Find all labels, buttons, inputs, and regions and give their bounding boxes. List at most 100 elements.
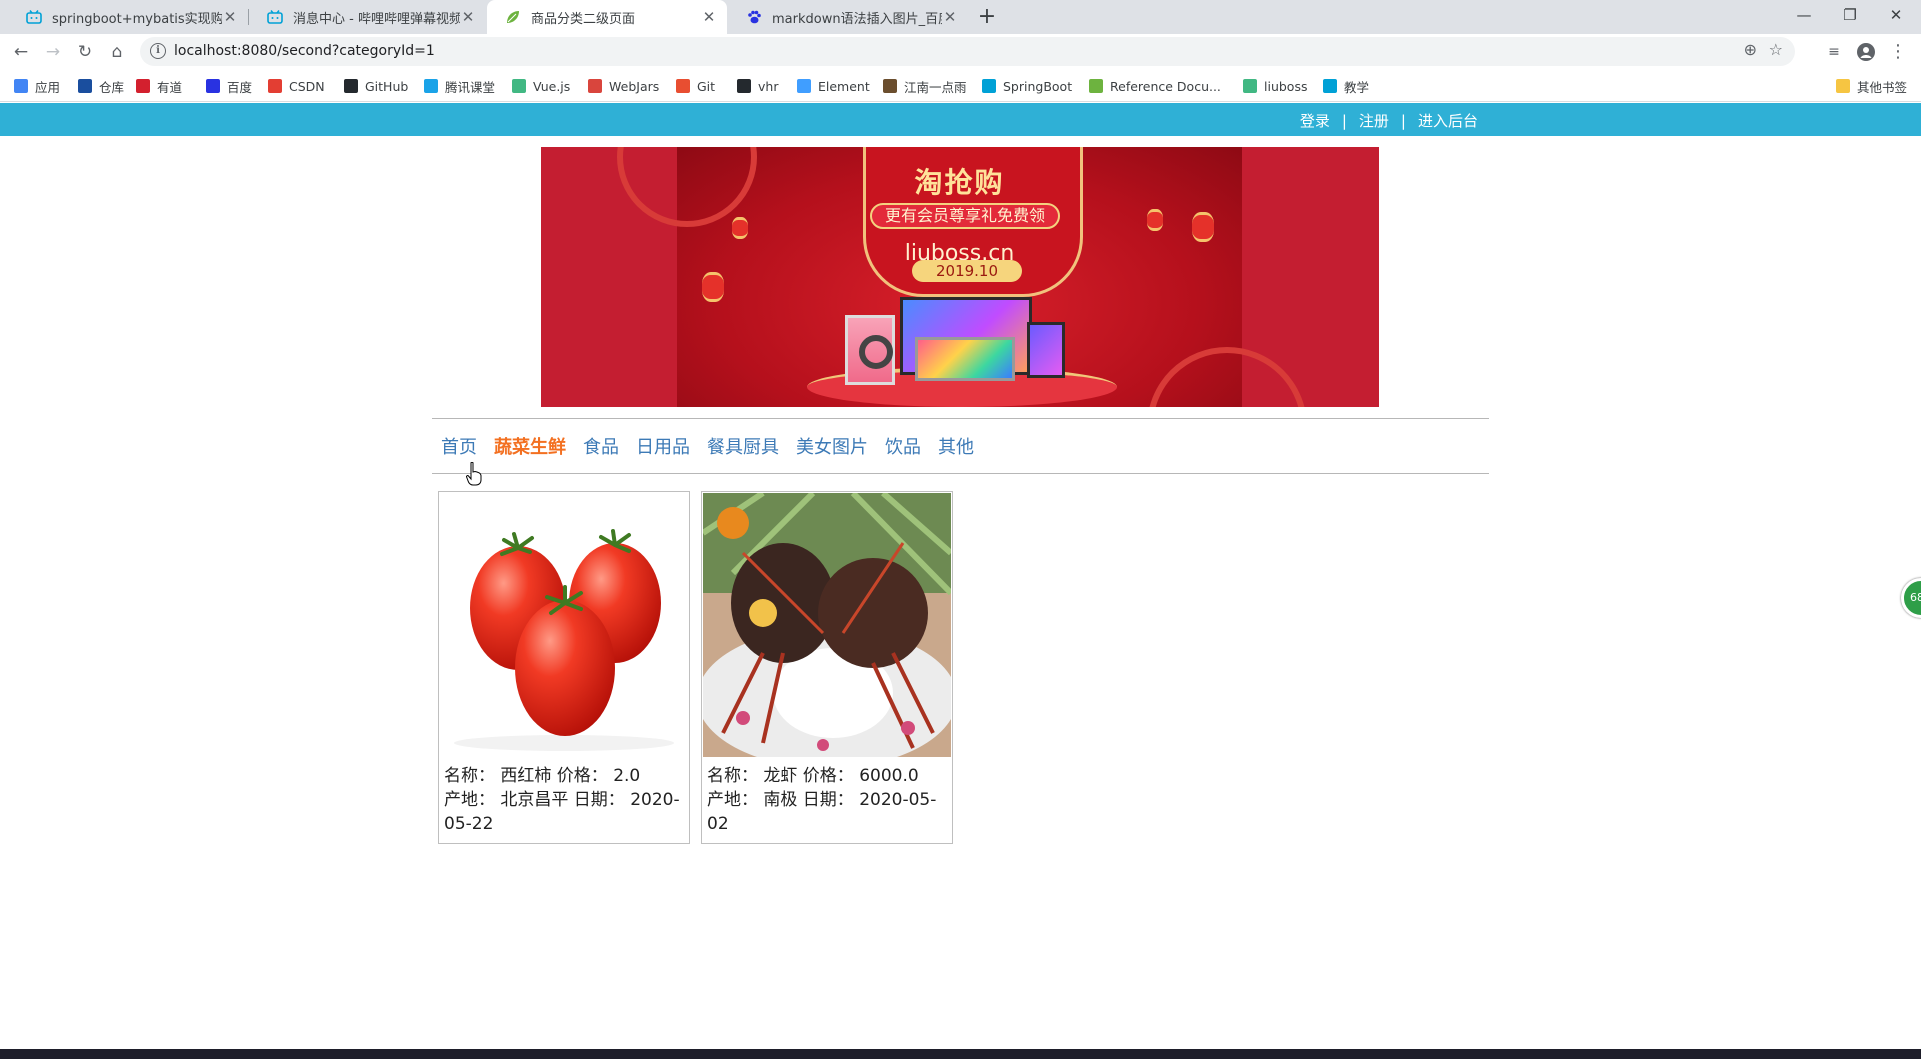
baidu-paw-icon: [206, 79, 220, 93]
bookmark-label: Reference Docu...: [1110, 78, 1221, 94]
git-icon: [676, 79, 690, 93]
bookmark-label: liuboss: [1264, 78, 1308, 94]
folder-icon: [1836, 79, 1850, 93]
bookmark-label: Element: [818, 78, 870, 94]
tab-strip: springboot+mybatis实现购物 ✕ 消息中心 - 哔哩哔哩弹幕视频…: [0, 0, 1921, 34]
tab-title: markdown语法插入图片_百度搜: [772, 11, 942, 27]
close-window-button[interactable]: ✕: [1873, 0, 1919, 30]
product-card[interactable]: 名称： 龙虾 价格： 6000.0 产地： 南极 日期： 2020-05-02: [701, 491, 953, 844]
minimize-button[interactable]: —: [1781, 0, 1827, 30]
hand-cursor-icon: [466, 462, 482, 486]
browser-tab[interactable]: 消息中心 - 哔哩哔哩弹幕视频网 ✕: [249, 0, 486, 34]
bookmark-label: Vue.js: [533, 78, 571, 94]
lobster-photo[interactable]: [703, 493, 951, 757]
nav-item[interactable]: 食品: [583, 433, 619, 459]
bookmark-[interactable]: 江南一点雨: [883, 76, 967, 96]
bookmark-springboot[interactable]: SpringBoot: [982, 76, 1072, 96]
close-icon[interactable]: ✕: [942, 8, 958, 26]
bookmark-star-icon[interactable]: ☆: [1769, 40, 1783, 59]
bookmark-[interactable]: 应用: [14, 76, 60, 96]
github-icon: [344, 79, 358, 93]
bookmark-element[interactable]: Element: [797, 76, 870, 96]
bookmark-webjars[interactable]: WebJars: [588, 76, 659, 96]
vue-icon: [1243, 79, 1257, 93]
close-icon[interactable]: ✕: [460, 8, 476, 26]
vue-icon: [512, 79, 526, 93]
register-link[interactable]: 注册: [1359, 112, 1389, 130]
nav-bottom-divider: [432, 473, 1489, 474]
forward-arrow-icon[interactable]: →: [39, 39, 67, 65]
bookmark-label: WebJars: [609, 78, 660, 94]
product-origin-date: 产地： 北京昌平 日期： 2020-05-22: [444, 790, 680, 834]
os-taskbar: [0, 1049, 1921, 1059]
lantern-icon: [702, 272, 724, 302]
laptop-image: [915, 337, 1015, 381]
bilibili-icon: [1323, 79, 1337, 93]
nav-item[interactable]: 饮品: [885, 433, 921, 459]
tencent-class-icon: [424, 79, 438, 93]
browser-tab[interactable]: markdown语法插入图片_百度搜 ✕: [728, 0, 968, 34]
nav-item[interactable]: 其他: [938, 433, 974, 459]
address-bar[interactable]: i localhost:8080/second?categoryId=1 ⊕ ☆: [140, 37, 1795, 66]
bookmark-[interactable]: 教学: [1323, 76, 1369, 96]
menu-kebab-icon[interactable]: ⋮: [1884, 39, 1912, 65]
product-name-price: 名称： 龙虾 价格： 6000.0: [707, 766, 919, 786]
bookmarks-bar: 其他书签 应用 仓库 有道 百度 CSDN GitHub 腾讯课堂 Vue.js WebJars…: [0, 70, 1921, 102]
lantern-icon: [1147, 209, 1163, 231]
browser-toolbar: ← → ↻ ⌂ i localhost:8080/second?category…: [0, 34, 1921, 70]
bookmark-[interactable]: 百度: [206, 76, 252, 96]
site-icon: [883, 79, 897, 93]
other-bookmarks-folder[interactable]: 其他书签: [1836, 76, 1907, 96]
bookmark-reference-docu[interactable]: Reference Docu...: [1089, 76, 1221, 96]
bookmark-git[interactable]: Git: [676, 76, 715, 96]
bookmark-csdn[interactable]: CSDN: [268, 76, 325, 96]
browser-tab-active[interactable]: 商品分类二级页面 ✕: [487, 0, 727, 34]
info-icon[interactable]: i: [150, 43, 166, 59]
promo-banner[interactable]: 淘抢购 更有会员尊享礼免费领 liuboss.cn 2019.10: [541, 147, 1379, 407]
nav-item[interactable]: 美女图片: [796, 433, 868, 459]
url-text: localhost:8080/second?categoryId=1: [174, 43, 435, 59]
bookmark-[interactable]: 仓库: [78, 76, 124, 96]
bookmark-github[interactable]: GitHub: [344, 76, 408, 96]
bookmark-[interactable]: 腾讯课堂: [424, 76, 495, 96]
reading-list-icon[interactable]: ≡: [1820, 39, 1848, 65]
product-card[interactable]: 名称： 西红柿 价格： 2.0 产地： 北京昌平 日期： 2020-05-22: [438, 491, 690, 844]
element-icon: [797, 79, 811, 93]
close-icon[interactable]: ✕: [222, 8, 238, 26]
bookmark-vue-js[interactable]: Vue.js: [512, 76, 570, 96]
browser-tab[interactable]: springboot+mybatis实现购物 ✕: [8, 0, 248, 34]
banner-slogan: 更有会员尊享礼免费领: [870, 203, 1060, 229]
new-tab-button[interactable]: +: [974, 4, 1000, 30]
top-bar: 登录 | 注册 | 进入后台: [0, 103, 1921, 136]
bookmark-vhr[interactable]: vhr: [737, 76, 778, 96]
tomato-photo[interactable]: [440, 493, 688, 757]
zoom-icon[interactable]: ⊕: [1744, 40, 1757, 59]
home-icon[interactable]: ⌂: [103, 39, 131, 65]
profile-avatar-icon[interactable]: [1852, 39, 1880, 65]
bookmark-liuboss[interactable]: liuboss: [1243, 76, 1307, 96]
paper-fan-decoration: [1147, 347, 1307, 407]
bookmark-label: 江南一点雨: [904, 79, 967, 95]
close-icon[interactable]: ✕: [701, 8, 717, 26]
nav-item[interactable]: 餐具厨具: [707, 433, 779, 459]
nav-item[interactable]: 日用品: [636, 433, 690, 459]
floating-extension-badge[interactable]: 68: [1901, 578, 1921, 618]
reload-icon[interactable]: ↻: [71, 39, 99, 65]
admin-link[interactable]: 进入后台: [1418, 112, 1478, 130]
nav-item-active[interactable]: 蔬菜生鲜: [494, 433, 566, 459]
product-origin-date: 产地： 南极 日期： 2020-05-02: [707, 790, 937, 834]
nav-top-divider: [432, 418, 1489, 419]
category-nav: 首页 蔬菜生鲜 食品 日用品 餐具厨具 美女图片 饮品 其他: [441, 433, 991, 459]
tab-title: 消息中心 - 哔哩哔哩弹幕视频网: [293, 11, 460, 27]
banner-date: 2019.10: [912, 260, 1022, 282]
nav-item[interactable]: 首页: [441, 433, 477, 459]
spring-icon: [1089, 79, 1103, 93]
login-link[interactable]: 登录: [1300, 112, 1330, 130]
restore-button[interactable]: ❐: [1827, 0, 1873, 30]
youdao-icon: [136, 79, 150, 93]
bookmark-[interactable]: 有道: [136, 76, 182, 96]
bookmark-label: 应用: [35, 79, 61, 95]
bookmark-label: 腾讯课堂: [445, 79, 496, 95]
back-arrow-icon[interactable]: ←: [7, 39, 35, 65]
bookmark-label: SpringBoot: [1003, 78, 1073, 94]
